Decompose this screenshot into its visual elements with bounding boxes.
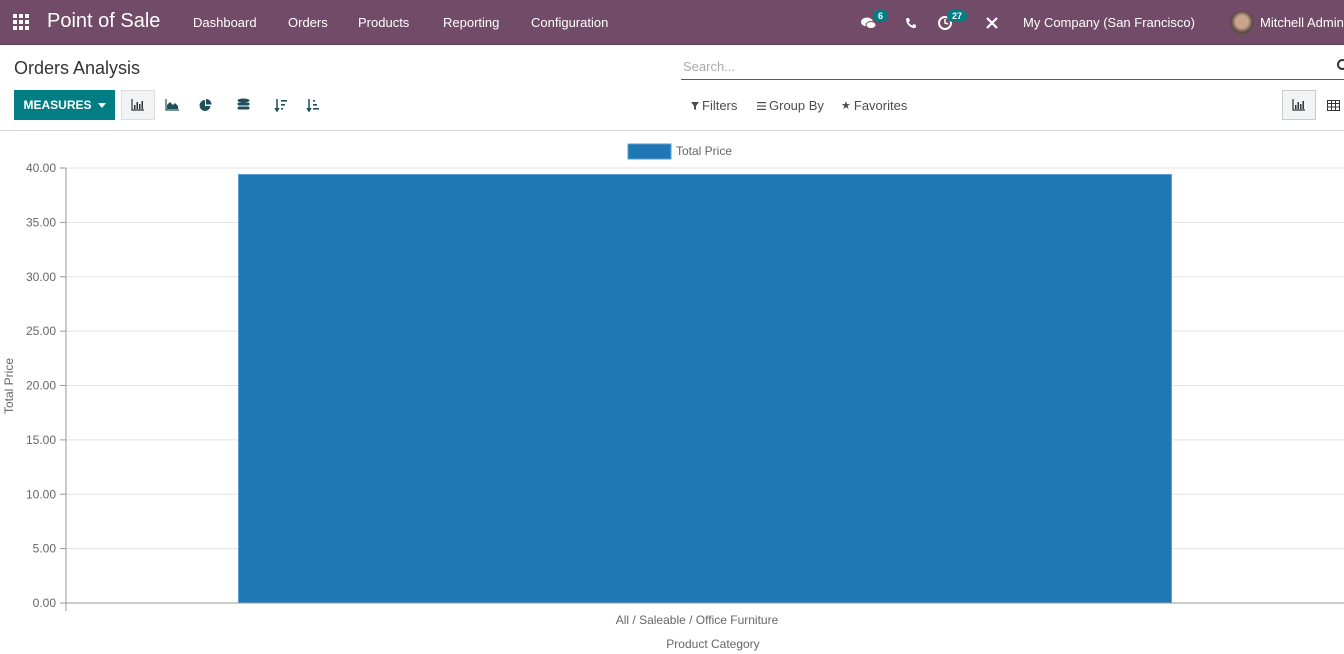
bar-chart: 0.00 5.00 10.00 15.00 20.00 25.00 30.00 35.00 40… bbox=[2, 143, 1344, 651]
y-tick-label: 30.00 bbox=[26, 270, 56, 284]
top-navbar: Point of Sale Dashboard Orders Products … bbox=[0, 0, 1344, 45]
search-icon[interactable] bbox=[1337, 59, 1344, 70]
apps-menu-icon[interactable] bbox=[13, 14, 31, 30]
filters-button[interactable]: Filters bbox=[691, 98, 737, 113]
y-tick-label: 15.00 bbox=[26, 433, 56, 447]
sort-ascending-button[interactable] bbox=[296, 90, 330, 120]
y-tick-label: 40.00 bbox=[26, 161, 56, 175]
pie-chart-button[interactable] bbox=[188, 90, 222, 120]
activities-badge: 27 bbox=[947, 10, 968, 22]
favorites-button[interactable]: ★ Favorites bbox=[841, 98, 907, 113]
phone-button[interactable] bbox=[905, 0, 917, 45]
bar[interactable] bbox=[238, 174, 1172, 604]
y-tick-label: 5.00 bbox=[33, 542, 57, 556]
search-input[interactable] bbox=[681, 54, 1321, 78]
graph-view-button[interactable] bbox=[1282, 90, 1316, 120]
app-name[interactable]: Point of Sale bbox=[47, 10, 160, 33]
stacked-button[interactable] bbox=[226, 90, 260, 120]
legend[interactable]: Total Price bbox=[627, 143, 732, 160]
star-icon: ★ bbox=[841, 100, 851, 112]
line-chart-button[interactable] bbox=[155, 90, 189, 120]
y-tick-label: 25.00 bbox=[26, 324, 56, 338]
stacked-icon bbox=[237, 98, 249, 110]
menu-configuration[interactable]: Configuration bbox=[531, 15, 608, 30]
menu-dashboard[interactable]: Dashboard bbox=[193, 15, 257, 30]
legend-label: Total Price bbox=[676, 144, 732, 158]
page-title: Orders Analysis bbox=[14, 58, 141, 78]
avatar bbox=[1230, 10, 1254, 35]
menu-products[interactable]: Products bbox=[358, 15, 409, 30]
line-chart-icon bbox=[164, 99, 179, 111]
pivot-view-icon bbox=[1326, 99, 1340, 111]
y-tick-label: 35.00 bbox=[26, 215, 56, 229]
search-bar bbox=[681, 54, 1344, 80]
sort-descending-icon bbox=[274, 99, 287, 112]
filters-label: Filters bbox=[702, 98, 738, 113]
user-name: Mitchell Admin bbox=[1260, 15, 1344, 30]
activities-button[interactable]: 27 bbox=[937, 0, 968, 45]
menu-reporting[interactable]: Reporting bbox=[443, 15, 499, 30]
x-axis-label: Product Category bbox=[666, 637, 759, 651]
phone-icon bbox=[906, 17, 916, 28]
debug-tools-button[interactable] bbox=[985, 0, 999, 45]
x-tick-label: All / Saleable / Office Furniture bbox=[616, 613, 779, 627]
graph-view-icon bbox=[1292, 99, 1305, 111]
measures-button[interactable]: MEASURES bbox=[14, 90, 115, 120]
pie-chart-icon bbox=[199, 98, 211, 111]
group-by-button[interactable]: Group By bbox=[757, 98, 824, 113]
filter-icon bbox=[691, 101, 699, 110]
y-tick-label: 0.00 bbox=[33, 596, 57, 610]
tools-icon bbox=[986, 16, 998, 29]
legend-swatch bbox=[627, 143, 672, 160]
y-axis-label: Total Price bbox=[2, 358, 16, 414]
list-icon bbox=[757, 101, 766, 110]
messages-badge: 6 bbox=[873, 10, 889, 22]
pivot-view-button[interactable] bbox=[1316, 90, 1344, 120]
messages-button[interactable]: 6 bbox=[860, 0, 890, 45]
y-tick-label: 10.00 bbox=[26, 487, 56, 501]
caret-down-icon bbox=[97, 102, 106, 108]
bar-chart-icon bbox=[131, 99, 144, 111]
y-tick-label: 20.00 bbox=[26, 379, 56, 393]
menu-orders[interactable]: Orders bbox=[288, 15, 328, 30]
bar-chart-button[interactable] bbox=[121, 90, 155, 120]
company-switcher[interactable]: My Company (San Francisco) bbox=[1023, 0, 1195, 45]
sort-ascending-icon bbox=[306, 99, 319, 112]
control-panel: Orders Analysis MEASURES Filters Group B… bbox=[0, 45, 1344, 131]
sort-descending-button[interactable] bbox=[264, 90, 298, 120]
measures-label: MEASURES bbox=[23, 98, 92, 112]
group-by-label: Group By bbox=[769, 98, 824, 113]
favorites-label: Favorites bbox=[853, 98, 908, 113]
user-menu[interactable]: Mitchell Admin bbox=[1230, 0, 1344, 45]
